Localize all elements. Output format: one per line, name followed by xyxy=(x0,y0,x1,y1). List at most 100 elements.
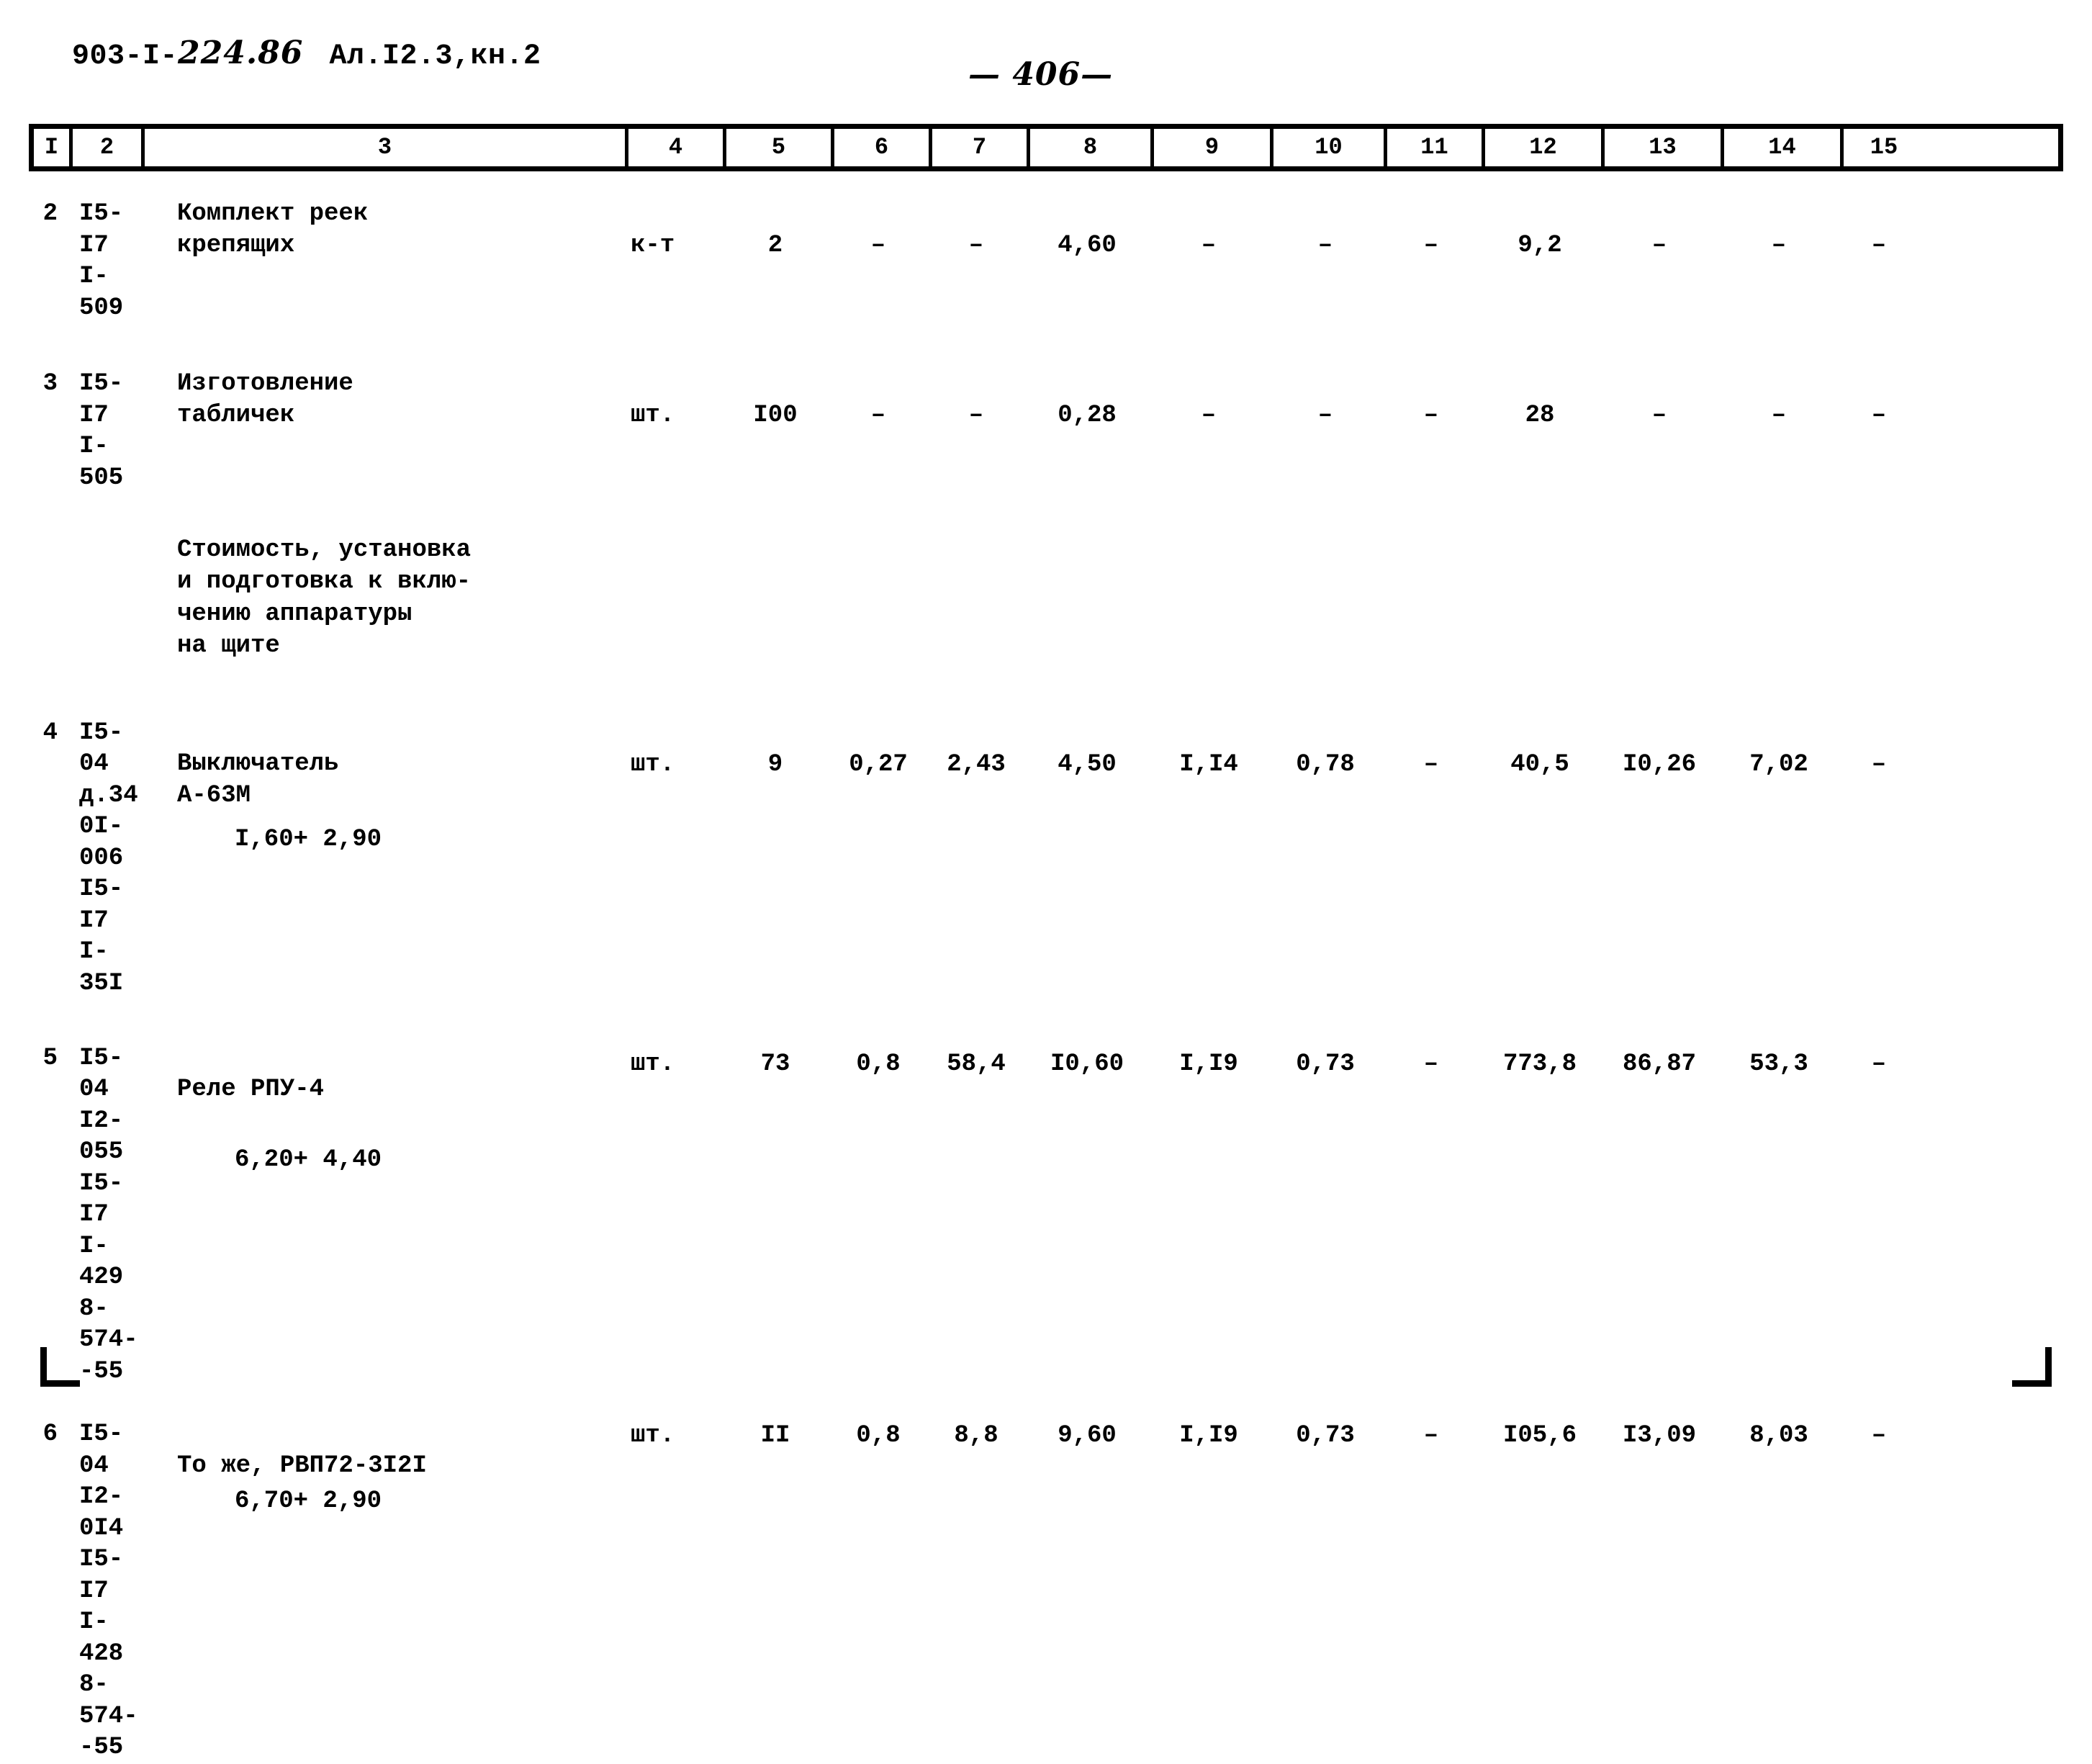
column-header-12: 12 xyxy=(1485,129,1605,166)
column-header-2: 2 xyxy=(73,129,145,166)
row-col7: 8,8 xyxy=(954,1422,998,1450)
document-header: 903-I-224.86 Ал.I2.3,кн.2 xyxy=(72,35,541,73)
row-col12: I05,6 xyxy=(1502,1422,1577,1450)
row-sub-amount: 6,70+ 2,90 xyxy=(235,1488,382,1516)
row-col14: 53,3 xyxy=(1749,1050,1808,1078)
row-unit: к-т xyxy=(631,232,675,259)
column-header-3: 3 xyxy=(145,129,628,166)
row-col15: – xyxy=(1871,1422,1887,1450)
column-header-1: I xyxy=(34,129,73,166)
column-header-5: 5 xyxy=(726,129,834,166)
row-col8: I0,60 xyxy=(1050,1050,1124,1078)
row-col15: – xyxy=(1871,402,1887,430)
row-col11: – xyxy=(1423,232,1439,259)
row-number: 2 xyxy=(42,200,58,228)
row-col10: – xyxy=(1317,232,1333,259)
row-description: Изготовление табличек xyxy=(177,370,353,429)
row-col8: 0,28 xyxy=(1058,402,1117,430)
row-number: 4 xyxy=(42,719,58,747)
document-code-handwritten: 224.86 xyxy=(178,35,304,71)
row-description: Выключатель А-63М xyxy=(177,750,339,809)
row-description-block: Реле РПУ-4 6,20+ 4,40 xyxy=(140,1043,623,1207)
row-col12: 40,5 xyxy=(1510,750,1569,778)
document-code-prefix: 903-I- xyxy=(72,40,179,73)
row-number: 3 xyxy=(42,370,58,398)
row-sub-amount: 6,20+ 4,40 xyxy=(235,1146,382,1174)
row-col7: – xyxy=(968,232,984,259)
row-col14: – xyxy=(1771,402,1787,430)
table-row: 2 I5-I7 I-509 Комплект реек крепящих к-т… xyxy=(29,199,2063,324)
row-col6: 0,8 xyxy=(856,1422,901,1450)
row-col12: 9,2 xyxy=(1518,232,1562,259)
album-reference: Ал.I2.3,кн.2 xyxy=(329,40,541,73)
row-col6: 0,27 xyxy=(849,750,908,778)
row-number: 5 xyxy=(42,1044,58,1072)
row-col14: 7,02 xyxy=(1749,750,1808,778)
section-note-text: Стоимость, установка и подготовка к вклю… xyxy=(177,536,472,660)
row-col11: – xyxy=(1423,1422,1439,1450)
table-row: 4 I5-04 д.34 0I-006 I5-I7 I-35I Выключат… xyxy=(29,718,2063,1000)
row-col9: – xyxy=(1201,402,1217,430)
row-col7: 2,43 xyxy=(947,750,1006,778)
row-col5: II xyxy=(760,1422,790,1450)
row-col5: 73 xyxy=(760,1050,790,1078)
corner-mark-bottom-right xyxy=(2012,1347,2052,1387)
row-col13: – xyxy=(1651,232,1667,259)
row-col13: – xyxy=(1651,402,1667,430)
row-col10: 0,73 xyxy=(1296,1422,1355,1450)
row-col6: – xyxy=(870,232,886,259)
row-col11: – xyxy=(1423,1050,1439,1078)
row-col13: 86,87 xyxy=(1622,1050,1697,1078)
row-code: I5-04 I2-055 I5-I7 I-429 8-574- -55 xyxy=(79,1044,138,1385)
row-unit: шт. xyxy=(631,402,675,430)
row-code: I5-I7 I-509 xyxy=(79,200,124,322)
row-description: То же, РВП72-3I2I xyxy=(177,1452,427,1480)
row-col6: 0,8 xyxy=(856,1050,901,1078)
row-col12: 773,8 xyxy=(1502,1050,1577,1078)
column-header-11: 11 xyxy=(1387,129,1485,166)
section-note-row: Стоимость, установка и подготовка к вклю… xyxy=(29,534,2063,662)
column-header-7: 7 xyxy=(932,129,1030,166)
row-col6: – xyxy=(870,402,886,430)
row-col7: 58,4 xyxy=(947,1050,1006,1078)
row-col9: I,I9 xyxy=(1179,1422,1238,1450)
row-col13: I3,09 xyxy=(1622,1422,1697,1450)
column-header-14: 14 xyxy=(1724,129,1844,166)
row-col15: – xyxy=(1871,1050,1887,1078)
row-description-block: Выключатель А-63М I,60+ 2,90 xyxy=(140,718,623,888)
row-col14: 8,03 xyxy=(1749,1422,1808,1450)
row-unit: шт. xyxy=(631,1422,675,1450)
row-col9: – xyxy=(1201,232,1217,259)
row-col5: 2 xyxy=(767,232,783,259)
table-row: 3 I5-I7 I-505 Изготовление табличек шт. … xyxy=(29,369,2063,494)
row-code: I5-I7 I-505 xyxy=(79,370,124,492)
column-header-6: 6 xyxy=(834,129,932,166)
table-column-header-row: I 2 3 4 5 6 7 8 9 10 11 12 13 14 15 xyxy=(29,124,2063,171)
row-col8: 4,50 xyxy=(1058,750,1117,778)
row-col9: I,I4 xyxy=(1179,750,1238,778)
table-row: 6 I5-04 I2-0I4 I5-I7 I-428 8-574- -55 То… xyxy=(29,1419,2063,1764)
row-col12: 28 xyxy=(1525,402,1555,430)
row-unit: шт. xyxy=(631,750,675,778)
row-col10: 0,78 xyxy=(1296,750,1355,778)
table-row: 5 I5-04 I2-055 I5-I7 I-429 8-574- -55 Ре… xyxy=(29,1043,2063,1388)
row-description: Реле РПУ-4 xyxy=(177,1076,325,1104)
row-code: I5-04 I2-0I4 I5-I7 I-428 8-574- -55 xyxy=(79,1421,138,1762)
row-col14: – xyxy=(1771,232,1787,259)
row-code: I5-04 д.34 0I-006 I5-I7 I-35I xyxy=(79,719,138,997)
page-number: — 406— xyxy=(968,56,1114,93)
table-body: 2 I5-I7 I-509 Комплект реек крепящих к-т… xyxy=(29,171,2063,1764)
row-sub-amount: I,60+ 2,90 xyxy=(235,826,382,854)
row-col10: 0,73 xyxy=(1296,1050,1355,1078)
row-col15: – xyxy=(1871,232,1887,259)
column-header-9: 9 xyxy=(1154,129,1273,166)
row-col10: – xyxy=(1317,402,1333,430)
row-col5: I00 xyxy=(753,402,798,430)
row-col8: 4,60 xyxy=(1058,232,1117,259)
row-col11: – xyxy=(1423,402,1439,430)
row-col5: 9 xyxy=(767,750,783,778)
row-unit: шт. xyxy=(631,1050,675,1078)
column-header-10: 10 xyxy=(1273,129,1387,166)
corner-mark-bottom-left xyxy=(40,1347,80,1387)
row-col15: – xyxy=(1871,750,1887,778)
